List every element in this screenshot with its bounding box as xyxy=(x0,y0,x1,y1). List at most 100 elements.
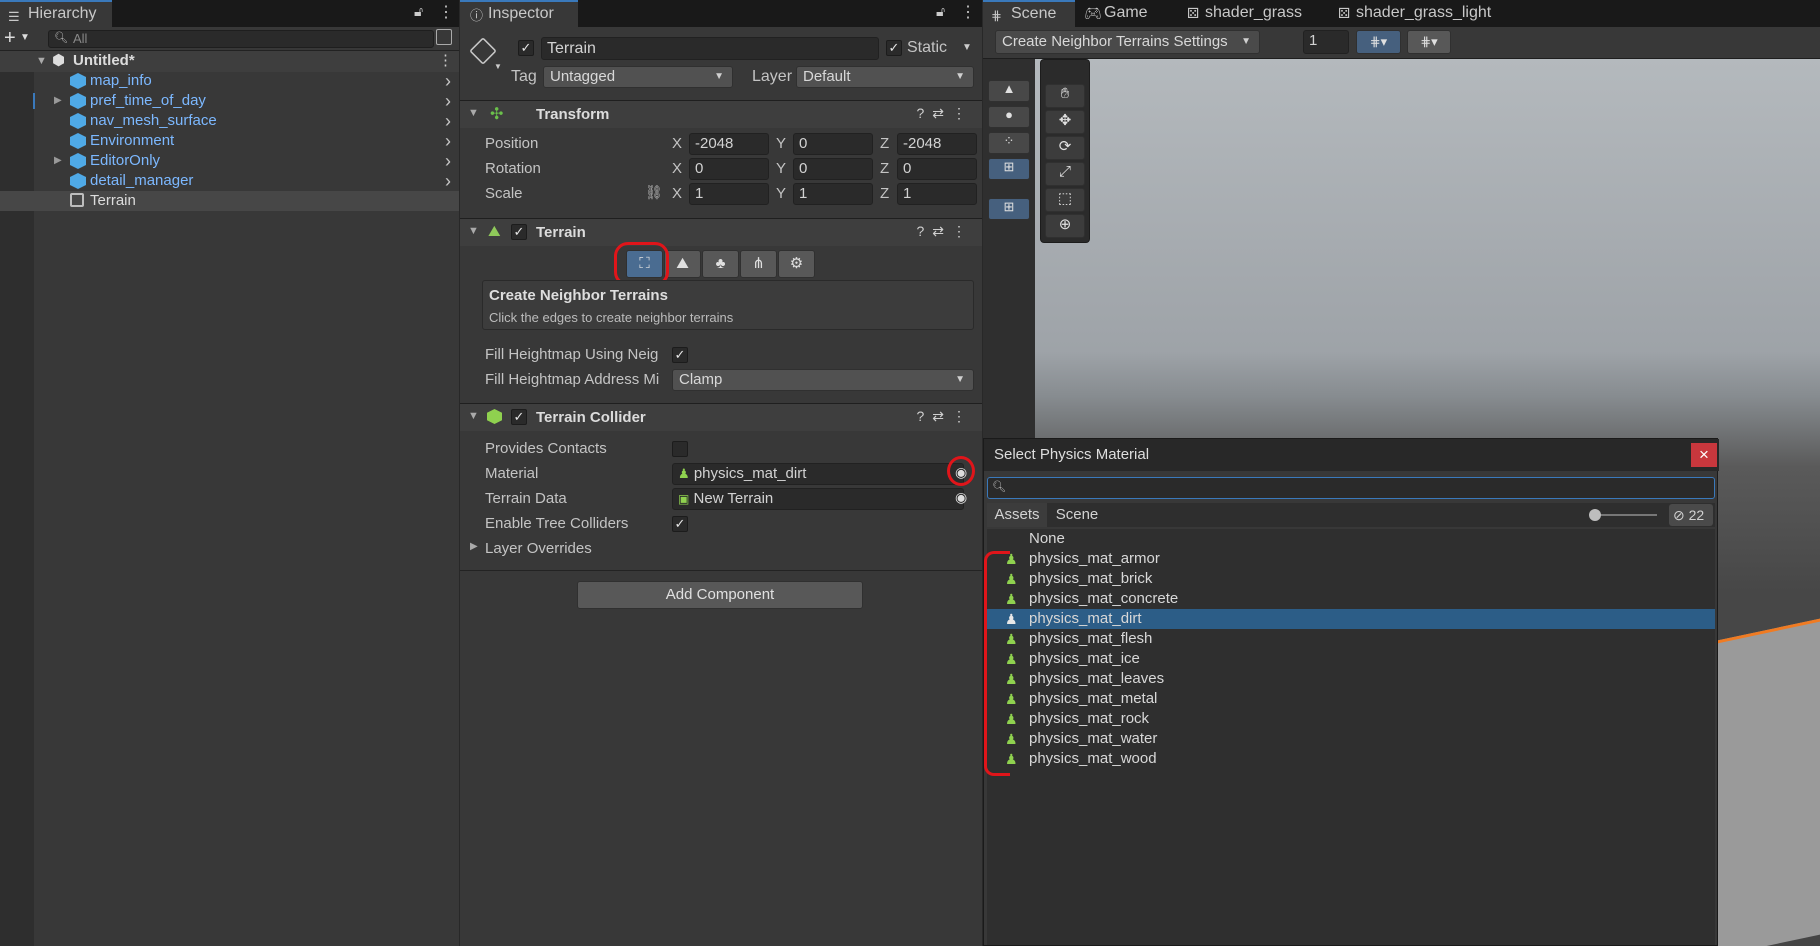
tag-dropdown[interactable]: Untagged xyxy=(543,66,733,88)
terrain-collider-header[interactable]: ▼ ✓ Terrain Collider ?⇄⋮ xyxy=(460,403,982,431)
foldout-arrow-icon[interactable]: ▶ xyxy=(470,541,478,552)
position-x-field[interactable]: -2048 xyxy=(689,133,769,155)
kebab-menu-icon[interactable]: ⋮ xyxy=(438,51,453,71)
axis-label[interactable]: X xyxy=(672,160,682,177)
terrain-header[interactable]: ▼ ⛰ ✓ Terrain ?⇄⋮ xyxy=(460,218,982,246)
lock-icon[interactable]: 🔓︎ xyxy=(414,3,423,20)
snap-increment-button[interactable]: ⋕▾ xyxy=(1407,30,1451,54)
tab-scene[interactable]: ⋕ Scene xyxy=(983,0,1075,27)
chevron-right-icon[interactable]: › xyxy=(445,71,451,91)
physics-material-item[interactable]: ♟ physics_mat_dirt xyxy=(987,609,1715,629)
axis-label[interactable]: Z xyxy=(880,160,889,177)
chevron-right-icon[interactable]: › xyxy=(445,111,451,131)
hierarchy-item[interactable]: detail_manager › xyxy=(0,171,459,191)
foldout-arrow-icon[interactable]: ▼ xyxy=(468,107,479,119)
hidden-packages-toggle[interactable]: ⊘ 22 xyxy=(1669,504,1713,526)
physics-material-item[interactable]: ♟ physics_mat_metal xyxy=(987,689,1715,709)
hierarchy-item[interactable]: map_info › xyxy=(0,71,459,91)
tree-colliders-checkbox[interactable]: ✓ xyxy=(672,516,688,532)
zoom-field[interactable]: 1 xyxy=(1303,30,1349,54)
static-checkbox[interactable]: ✓ xyxy=(886,40,902,56)
expand-arrow-icon[interactable]: ▶ xyxy=(54,91,62,111)
tab-hierarchy[interactable]: ☰ Hierarchy xyxy=(0,0,112,27)
physics-material-item[interactable]: ♟ physics_mat_concrete xyxy=(987,589,1715,609)
neighbor-overlay-button-2[interactable]: ⊞ xyxy=(988,198,1030,220)
scale-x-field[interactable]: 1 xyxy=(689,183,769,205)
scale-z-field[interactable]: 1 xyxy=(897,183,977,205)
sculpt-tool-button[interactable]: ⛰ xyxy=(664,250,701,278)
hierarchy-item[interactable]: Environment › xyxy=(0,131,459,151)
axis-label[interactable]: Z xyxy=(880,185,889,202)
axis-label[interactable]: Y xyxy=(776,185,786,202)
component-header-icons[interactable]: ?⇄⋮ xyxy=(916,105,974,122)
axis-label[interactable]: X xyxy=(672,135,682,152)
transform-header[interactable]: ▼ ✣ Transform ?⇄⋮ xyxy=(460,100,982,128)
terrain-data-object-field[interactable]: ▣ New Terrain xyxy=(672,488,964,510)
sculpt-overlay-button[interactable]: ● xyxy=(988,106,1030,128)
details-overlay-button[interactable]: ⁘ xyxy=(988,132,1030,154)
hierarchy-item[interactable]: Terrain xyxy=(0,191,459,211)
kebab-menu-icon[interactable]: ⋮ xyxy=(438,2,454,22)
hierarchy-item[interactable]: ▶ pref_time_of_day › xyxy=(0,91,459,111)
rect-tool-button[interactable]: ⬚ xyxy=(1045,188,1085,212)
material-object-field[interactable]: ♟ physics_mat_dirt xyxy=(672,463,964,485)
terrain-overlay-button[interactable]: ▲ xyxy=(988,80,1030,102)
physics-material-item[interactable]: ♟ physics_mat_armor xyxy=(987,549,1715,569)
hierarchy-item[interactable]: ▶ EditorOnly › xyxy=(0,151,459,171)
tab-scene-objects[interactable]: Scene xyxy=(1047,503,1107,527)
physics-material-item[interactable]: ♟ physics_mat_leaves xyxy=(987,669,1715,689)
fill-heightmap-checkbox[interactable]: ✓ xyxy=(672,347,688,363)
paint-trees-tool-button[interactable]: ♣ xyxy=(702,250,739,278)
constrain-proportions-icon[interactable]: ⛓ xyxy=(645,184,663,201)
chevron-right-icon[interactable]: › xyxy=(445,131,451,151)
chevron-right-icon[interactable]: › xyxy=(445,91,451,111)
kebab-menu-icon[interactable]: ⋮ xyxy=(960,2,976,22)
tool-settings-dropdown[interactable]: Create Neighbor Terrains Settings xyxy=(995,30,1260,54)
terrain-settings-tool-button[interactable]: ⚙ xyxy=(778,250,815,278)
scale-y-field[interactable]: 1 xyxy=(793,183,873,205)
none-row[interactable]: None xyxy=(987,529,1715,549)
terrain-enabled-checkbox[interactable]: ✓ xyxy=(511,224,527,240)
add-component-button[interactable]: Add Component xyxy=(577,581,863,609)
active-checkbox[interactable]: ✓ xyxy=(518,40,534,56)
add-icon[interactable]: + xyxy=(4,27,16,50)
lock-icon[interactable]: 🔓︎ xyxy=(936,3,945,20)
physics-material-item[interactable]: ♟ physics_mat_flesh xyxy=(987,629,1715,649)
axis-label[interactable]: X xyxy=(672,185,682,202)
chevron-right-icon[interactable]: › xyxy=(445,171,451,191)
tab-assets[interactable]: Assets xyxy=(987,503,1047,527)
scale-tool-button[interactable]: ⤢ xyxy=(1045,162,1085,186)
expand-arrow-icon[interactable]: ▶ xyxy=(54,151,62,171)
axis-label[interactable]: Z xyxy=(880,135,889,152)
chevron-down-icon[interactable]: ▼ xyxy=(962,42,972,53)
picker-search[interactable]: 🔍︎ xyxy=(987,477,1715,499)
rotation-z-field[interactable]: 0 xyxy=(897,158,977,180)
physics-material-item[interactable]: ♟ physics_mat_ice xyxy=(987,649,1715,669)
hierarchy-search[interactable]: 🔍︎ All xyxy=(48,30,434,48)
object-picker-icon[interactable]: ◉ xyxy=(955,489,967,506)
paint-details-tool-button[interactable]: ⋔ xyxy=(740,250,777,278)
neighbor-overlay-button[interactable]: ⊞ xyxy=(988,158,1030,180)
chevron-down-icon[interactable]: ▼ xyxy=(20,32,30,43)
fill-address-dropdown[interactable]: Clamp xyxy=(672,369,974,391)
chevron-down-icon[interactable]: ▼ xyxy=(494,62,502,71)
object-name-field[interactable]: Terrain xyxy=(541,37,879,60)
axis-label[interactable]: Y xyxy=(776,160,786,177)
scene-row[interactable]: ▼ ⬢ Untitled* ⋮ xyxy=(0,51,459,72)
rotation-y-field[interactable]: 0 xyxy=(793,158,873,180)
transform-tool-button[interactable]: ⊕ xyxy=(1045,214,1085,238)
tab-shader-grass[interactable]: ⚄ shader_grass xyxy=(1177,0,1327,27)
physics-material-item[interactable]: ♟ physics_mat_water xyxy=(987,729,1715,749)
picker-close-button[interactable]: × xyxy=(1691,443,1717,467)
hierarchy-item[interactable]: nav_mesh_surface › xyxy=(0,111,459,131)
move-tool-button[interactable]: ✥ xyxy=(1045,110,1085,134)
physics-material-item[interactable]: ♟ physics_mat_brick xyxy=(987,569,1715,589)
rotation-x-field[interactable]: 0 xyxy=(689,158,769,180)
expand-arrow-icon[interactable]: ▼ xyxy=(36,51,47,71)
chevron-right-icon[interactable]: › xyxy=(445,151,451,171)
grid-snap-button[interactable]: ⋕▾ xyxy=(1356,30,1401,54)
position-z-field[interactable]: -2048 xyxy=(897,133,977,155)
collider-enabled-checkbox[interactable]: ✓ xyxy=(511,409,527,425)
component-header-icons[interactable]: ?⇄⋮ xyxy=(916,223,974,240)
rotate-tool-button[interactable]: ⟳ xyxy=(1045,136,1085,160)
